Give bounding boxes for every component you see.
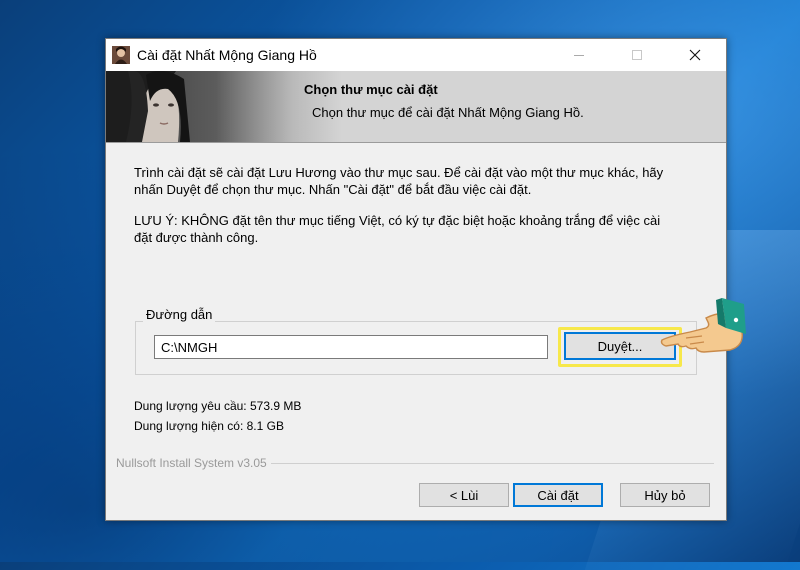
page-subtitle: Chọn thư mục để cài đặt Nhất Mộng Giang …: [312, 105, 584, 120]
title-bar[interactable]: Cài đặt Nhất Mộng Giang Hồ: [106, 39, 726, 71]
page-title: Chọn thư mục cài đặt: [304, 82, 438, 97]
note-line-1: LƯU Ý: KHÔNG đặt tên thư mục tiếng Việt,…: [134, 213, 661, 228]
installer-window: Cài đặt Nhất Mộng Giang Hồ Chọn thư mục …: [105, 38, 727, 521]
close-icon: [689, 49, 701, 61]
banner-portrait-image: [106, 71, 306, 142]
note-line-2: đặt được thành công.: [134, 230, 259, 245]
intro-line-2: nhấn Duyệt để chọn thư mục. Nhấn "Cài đặ…: [134, 182, 532, 197]
window-title: Cài đặt Nhất Mộng Giang Hồ: [137, 47, 317, 63]
nsis-branding: Nullsoft Install System v3.05: [116, 456, 271, 470]
intro-text: Trình cài đặt sẽ cài đặt Lưu Hương vào t…: [134, 164, 704, 198]
header-banner: Chọn thư mục cài đặt Chọn thư mục để cài…: [106, 71, 726, 143]
pointing-hand-icon: [660, 298, 746, 353]
minimize-icon: [574, 55, 584, 56]
minimize-button[interactable]: [556, 39, 602, 71]
space-required: Dung lượng yêu cầu: 573.9 MB: [134, 399, 302, 413]
maximize-button[interactable]: [614, 39, 660, 71]
space-available: Dung lượng hiện có: 8.1 GB: [134, 419, 284, 433]
maximize-icon: [632, 50, 642, 60]
destination-group-label: Đường dẫn: [143, 307, 216, 322]
note-text: LƯU Ý: KHÔNG đặt tên thư mục tiếng Việt,…: [134, 212, 704, 246]
cancel-button[interactable]: Hủy bỏ: [620, 483, 710, 507]
app-icon: [112, 46, 130, 64]
destination-path-input[interactable]: [154, 335, 548, 359]
intro-line-1: Trình cài đặt sẽ cài đặt Lưu Hương vào t…: [134, 165, 664, 180]
close-button[interactable]: [672, 39, 718, 71]
install-button[interactable]: Cài đặt: [513, 483, 603, 507]
back-button[interactable]: < Lùi: [419, 483, 509, 507]
